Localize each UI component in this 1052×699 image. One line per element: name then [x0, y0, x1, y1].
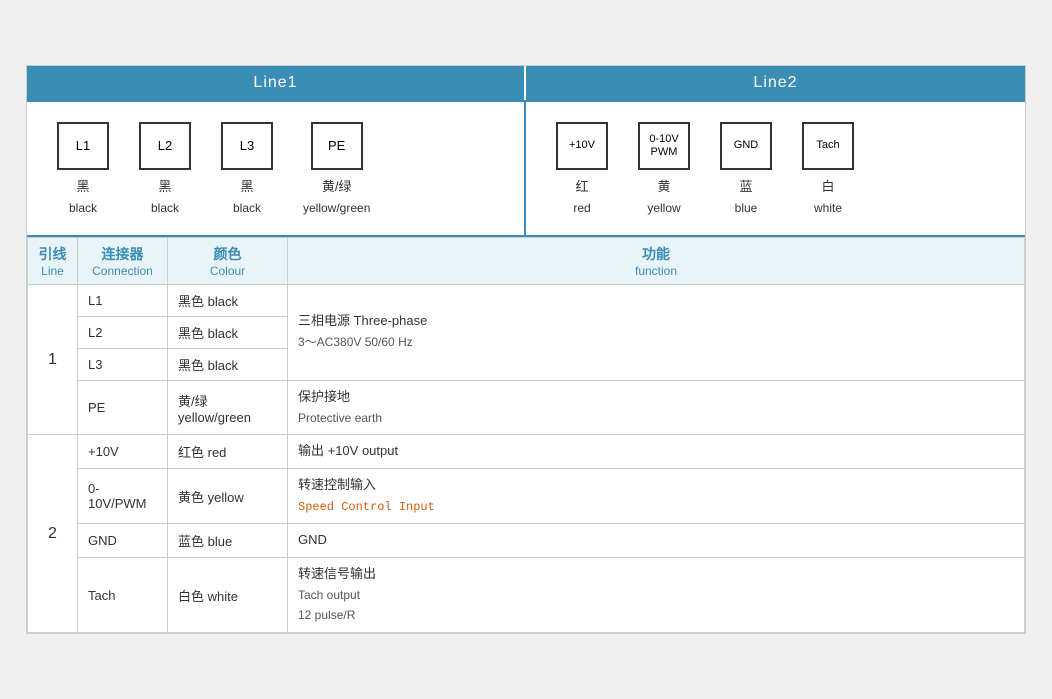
connector-label-en-l2-GND: blue — [735, 201, 758, 215]
colour-GND: 蓝色 blue — [168, 524, 288, 558]
table-section: 引线 Line 连接器 Connection 颜色 Colour 功能 func… — [27, 237, 1025, 634]
function-en-PWM: Speed Control Input — [298, 500, 435, 514]
connector-item-l1-L1: L1 黑 black — [57, 122, 109, 215]
th-colour-cn: 颜色 — [178, 244, 277, 264]
colour-10V: 红色 red — [168, 435, 288, 469]
function-en-PE: Protective earth — [298, 411, 382, 425]
connector-box-l2-PWM: 0-10VPWM — [638, 122, 690, 170]
connector-item-l2-PWM: 0-10VPWM 黄 yellow — [638, 122, 690, 215]
connector-label-cn-l1-PE: 黄/绿 — [322, 176, 352, 195]
line-number-2: 2 — [28, 435, 78, 633]
diagram-row: L1 黑 black L2 黑 black L3 黑 black PE 黄/绿 … — [27, 102, 1025, 237]
colour-L2: 黑色 black — [168, 316, 288, 348]
header-row: Line1 Line2 — [27, 66, 1025, 102]
connector-item-l1-L2: L2 黑 black — [139, 122, 191, 215]
connection-L2: L2 — [78, 316, 168, 348]
colour-PE: 黄/绿yellow/green — [168, 380, 288, 435]
line1-diagram: L1 黑 black L2 黑 black L3 黑 black PE 黄/绿 … — [27, 102, 526, 235]
connection-Tach: Tach — [78, 557, 168, 632]
connector-label-cn-l1-L3: 黑 — [240, 176, 253, 195]
function-en-L1: 3～AC380V 50/60 Hz — [298, 335, 413, 349]
table-row: 0-10V/PWM 黄色 yellow 转速控制输入 Speed Control… — [28, 469, 1025, 524]
th-colour: 颜色 Colour — [168, 237, 288, 284]
table-row: 2 +10V 红色 red 输出 +10V output — [28, 435, 1025, 469]
connector-label-cn-l2-10V: 红 — [575, 176, 588, 195]
connection-PE: PE — [78, 380, 168, 435]
connector-label-en-l1-L3: black — [233, 201, 261, 215]
connection-10V: +10V — [78, 435, 168, 469]
th-connection-cn: 连接器 — [88, 244, 157, 264]
th-line-cn: 引线 — [38, 244, 67, 264]
function-cn-10V: 输出 +10V output — [298, 443, 398, 458]
connector-box-l1-PE: PE — [311, 122, 363, 170]
th-colour-en: Colour — [178, 264, 277, 278]
function-cn-PE: 保护接地 — [298, 389, 350, 404]
th-line-en: Line — [38, 264, 67, 278]
function-1-L123: 三相电源 Three-phase 3～AC380V 50/60 Hz — [288, 284, 1025, 380]
connector-box-l1-L2: L2 — [139, 122, 191, 170]
table-row: GND 蓝色 blue GND — [28, 524, 1025, 558]
table-header-row: 引线 Line 连接器 Connection 颜色 Colour 功能 func… — [28, 237, 1025, 284]
line1-title: Line1 — [253, 74, 297, 91]
connection-L3: L3 — [78, 348, 168, 380]
connector-box-l2-GND: GND — [720, 122, 772, 170]
connector-item-l1-L3: L3 黑 black — [221, 122, 273, 215]
th-connection: 连接器 Connection — [78, 237, 168, 284]
table-row: 1 L1 黑色 black 三相电源 Three-phase 3～AC380V … — [28, 284, 1025, 316]
function-en-Tach1: Tach output — [298, 588, 360, 602]
function-en-Tach2: 12 pulse/R — [298, 608, 355, 622]
th-connection-en: Connection — [88, 264, 157, 278]
table-row: Tach 白色 white 转速信号输出 Tach output 12 puls… — [28, 557, 1025, 632]
function-PE: 保护接地 Protective earth — [288, 380, 1025, 435]
function-Tach: 转速信号输出 Tach output 12 pulse/R — [288, 557, 1025, 632]
header-line1: Line1 — [27, 66, 526, 100]
connector-item-l2-Tach: Tach 白 white — [802, 122, 854, 215]
connector-item-l2-GND: GND 蓝 blue — [720, 122, 772, 215]
header-line2: Line2 — [526, 66, 1025, 100]
function-GND: GND — [288, 524, 1025, 558]
table-row: PE 黄/绿yellow/green 保护接地 Protective earth — [28, 380, 1025, 435]
connector-label-en-l1-PE: yellow/green — [303, 201, 370, 215]
main-container: Line1 Line2 L1 黑 black L2 黑 black L3 黑 b… — [26, 65, 1026, 635]
line2-diagram: +10V 红 red 0-10VPWM 黄 yellow GND 蓝 blue … — [526, 102, 1025, 235]
line2-title: Line2 — [753, 74, 797, 91]
connector-box-l2-10V: +10V — [556, 122, 608, 170]
th-line: 引线 Line — [28, 237, 78, 284]
connector-label-cn-l2-GND: 蓝 — [739, 176, 752, 195]
colour-PWM: 黄色 yellow — [168, 469, 288, 524]
connector-item-l1-PE: PE 黄/绿 yellow/green — [303, 122, 370, 215]
connector-label-cn-l1-L1: 黑 — [76, 176, 89, 195]
th-function-en: function — [298, 264, 1014, 278]
connector-box-l1-L1: L1 — [57, 122, 109, 170]
connector-label-en-l2-10V: red — [573, 201, 590, 215]
connector-label-en-l1-L1: black — [69, 201, 97, 215]
connector-label-cn-l2-Tach: 白 — [821, 176, 834, 195]
function-10V: 输出 +10V output — [288, 435, 1025, 469]
connector-label-cn-l2-PWM: 黄 — [657, 176, 670, 195]
function-cn-PWM: 转速控制输入 — [298, 477, 376, 492]
connection-GND: GND — [78, 524, 168, 558]
wiring-table: 引线 Line 连接器 Connection 颜色 Colour 功能 func… — [27, 237, 1025, 634]
line-number-1: 1 — [28, 284, 78, 435]
connector-item-l2-10V: +10V 红 red — [556, 122, 608, 215]
connector-label-en-l1-L2: black — [151, 201, 179, 215]
function-cn-Tach: 转速信号输出 — [298, 566, 376, 581]
connector-label-en-l2-PWM: yellow — [647, 201, 680, 215]
function-cn-L1: 三相电源 Three-phase — [298, 313, 427, 328]
colour-Tach: 白色 white — [168, 557, 288, 632]
connector-label-cn-l1-L2: 黑 — [158, 176, 171, 195]
colour-L1: 黑色 black — [168, 284, 288, 316]
connection-L1: L1 — [78, 284, 168, 316]
connector-label-en-l2-Tach: white — [814, 201, 842, 215]
th-function: 功能 function — [288, 237, 1025, 284]
colour-L3: 黑色 black — [168, 348, 288, 380]
function-cn-GND: GND — [298, 532, 327, 547]
connector-box-l2-Tach: Tach — [802, 122, 854, 170]
connection-PWM: 0-10V/PWM — [78, 469, 168, 524]
th-function-cn: 功能 — [298, 244, 1014, 264]
function-PWM: 转速控制输入 Speed Control Input — [288, 469, 1025, 524]
connector-box-l1-L3: L3 — [221, 122, 273, 170]
